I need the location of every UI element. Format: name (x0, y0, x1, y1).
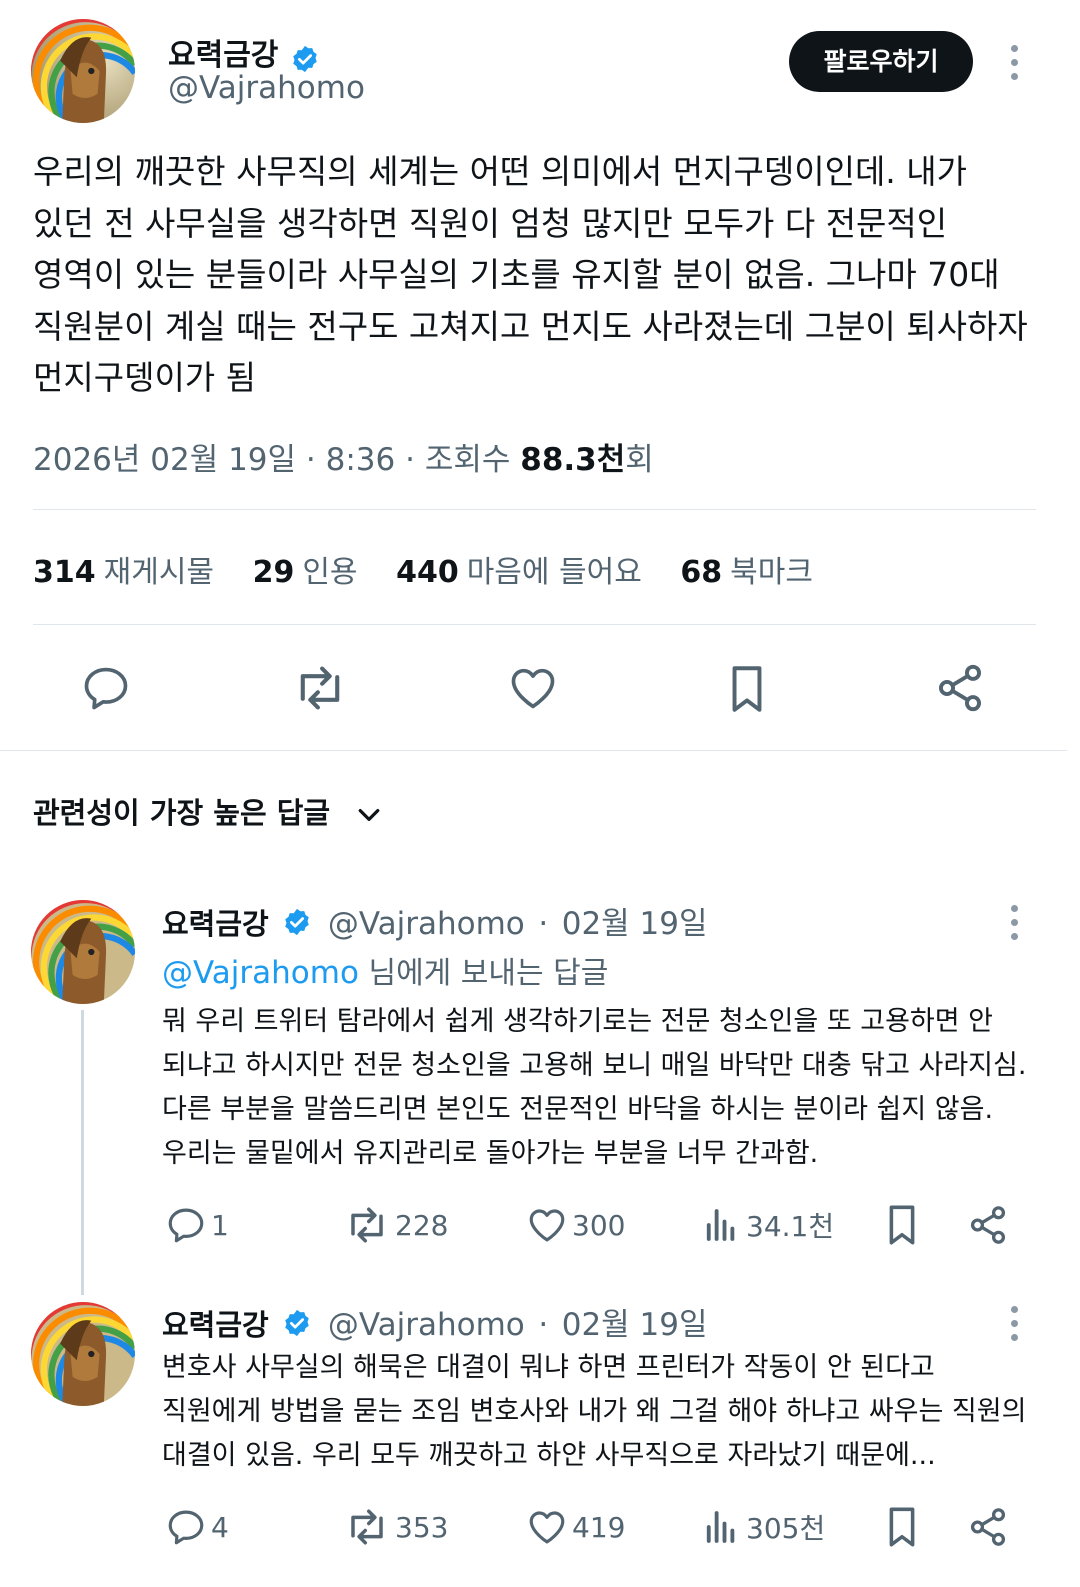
like-button[interactable]: 419 (526, 1506, 625, 1548)
stat-quotes[interactable]: 29 인용 (253, 547, 358, 591)
reply-sort-label: 관련성이 가장 높은 답글 (33, 796, 331, 830)
views-count: 88.3천 (520, 442, 626, 478)
heart-icon[interactable] (507, 662, 559, 714)
reply-text-line: 우리는 물밑에서 유지관리로 돌아가는 부분을 너무 간과함. (162, 1138, 819, 1169)
tweet-text-line: 있던 전 사무실을 생각하면 직원이 엄청 많지만 모두가 다 전문적인 (33, 203, 948, 243)
reply-count: 4 (211, 1510, 229, 1544)
like-count: 419 (572, 1510, 626, 1544)
thread-connector (81, 1010, 84, 1295)
tweet-text-line: 우리의 깨끗한 사무직의 세계는 어떤 의미에서 먼지구뎅이인데. 내가 (33, 152, 967, 191)
reply-text-line: 직원에게 방법을 묻는 조임 변호사와 내가 왜 그걸 해야 하냐고 싸우는 직… (162, 1396, 1027, 1427)
repost-count: 353 (395, 1510, 449, 1544)
bookmark-icon[interactable] (880, 1504, 924, 1550)
reply-text-line: 대결이 있음. 우리 모두 깨끗하고 하얀 사무직으로 자라났기 때문에... (162, 1440, 936, 1471)
heart-icon (529, 1511, 565, 1544)
reply-bubble-icon (168, 1208, 204, 1243)
repost-arrows-icon[interactable] (292, 662, 348, 714)
author-name[interactable]: 요력금강 (168, 38, 278, 73)
share-nodes-icon[interactable] (966, 1506, 1010, 1548)
views-count: 34.1천 (746, 1210, 835, 1243)
reply-header: 요력금강 @Vajrahomo · 02월 19일 (162, 1299, 708, 1346)
divider (33, 509, 1036, 510)
tweet-date[interactable]: 2026년 02월 19일 (33, 442, 296, 478)
reply-text: 변호사 사무실의 해묵은 대결이 뭐냐 하면 프린터가 작동이 안 된다고 직원… (162, 1346, 1042, 1478)
repost-arrows-icon (351, 1509, 383, 1545)
repost-arrows-icon (351, 1207, 383, 1243)
reply-date[interactable]: 02월 19일 (562, 906, 708, 942)
views-count: 305천 (746, 1512, 826, 1545)
reply-header: 요력금강 @Vajrahomo · 02월 19일 (162, 898, 708, 945)
stat-bookmarks[interactable]: 68 북마크 (680, 547, 813, 591)
repost-button[interactable]: 228 (343, 1204, 448, 1246)
author-avatar[interactable] (31, 19, 135, 123)
verified-badge-icon (282, 1308, 312, 1346)
more-vertical-icon[interactable] (1004, 43, 1024, 83)
reply-text-line: 되냐고 하시지만 전문 청소인을 고용해 보니 매일 바닥만 대충 닦고 사라지… (162, 1050, 1027, 1081)
chevron-down-icon (340, 796, 384, 830)
views-button[interactable]: 34.1천 (700, 1204, 834, 1246)
heart-icon (529, 1209, 565, 1242)
tweet-time[interactable]: 8:36 (326, 442, 396, 478)
like-count: 300 (572, 1208, 626, 1242)
verified-badge-icon (282, 907, 312, 945)
stat-reposts[interactable]: 314 재게시물 (33, 547, 214, 591)
share-nodes-icon[interactable] (934, 662, 986, 714)
tweet-text: 우리의 깨끗한 사무직의 세계는 어떤 의미에서 먼지구뎅이인데. 내가 있던 … (33, 146, 1043, 404)
reply-sort-dropdown[interactable]: 관련성이 가장 높은 답글 (33, 790, 384, 832)
like-button[interactable]: 300 (526, 1204, 625, 1246)
divider (33, 624, 1036, 625)
tweet-text-line: 직원분이 계실 때는 전구도 고쳐지고 먼지도 사라졌는데 그분이 퇴사하자 (33, 306, 1028, 346)
views-label: 조회수 (424, 442, 511, 478)
reply-text: 뭐 우리 트위터 탐라에서 쉽게 생각하기로는 전문 청소인을 또 고용하면 안… (162, 1000, 1042, 1176)
reply-button[interactable]: 1 (165, 1204, 229, 1246)
reply-button[interactable]: 4 (165, 1506, 229, 1548)
reply-avatar[interactable] (31, 1302, 135, 1406)
divider (0, 750, 1067, 751)
reply-text-line: 뭐 우리 트위터 탐라에서 쉽게 생각하기로는 전문 청소인을 또 고용하면 안 (162, 1006, 994, 1037)
bar-chart-icon (706, 1511, 735, 1543)
reply-text-line: 다른 부분을 말씀드리면 본인도 전문적인 바닥을 하시는 분이라 쉽지 않음. (162, 1094, 994, 1125)
share-nodes-icon[interactable] (966, 1204, 1010, 1246)
reply-avatar[interactable] (31, 900, 135, 1004)
reply-count: 1 (211, 1208, 229, 1242)
reply-text-line: 변호사 사무실의 해묵은 대결이 뭐냐 하면 프린터가 작동이 안 된다고 (162, 1352, 935, 1383)
reply-author-name[interactable]: 요력금강 (162, 907, 269, 941)
bar-chart-icon (706, 1209, 735, 1241)
bookmark-icon[interactable] (880, 1202, 924, 1248)
reply-author-name[interactable]: 요력금강 (162, 1308, 269, 1342)
reply-to-mention[interactable]: @Vajrahomo (162, 955, 359, 991)
more-vertical-icon[interactable] (1004, 1304, 1024, 1344)
views-button[interactable]: 305천 (700, 1506, 825, 1548)
tweet-text-line: 먼지구뎅이가 됨 (33, 358, 257, 397)
reply-author-handle[interactable]: @Vajrahomo (328, 1307, 525, 1343)
reply-bubble-icon (168, 1510, 204, 1545)
stat-likes[interactable]: 440 마음에 들어요 (396, 547, 642, 591)
repost-count: 228 (395, 1208, 449, 1242)
author-handle[interactable]: @Vajrahomo (168, 70, 365, 106)
follow-button[interactable]: 팔로우하기 (789, 31, 973, 92)
more-vertical-icon[interactable] (1004, 903, 1024, 943)
replying-to: @Vajrahomo 님에게 보내는 답글 (162, 948, 608, 992)
views-suffix: 회 (625, 442, 654, 478)
repost-button[interactable]: 353 (343, 1506, 448, 1548)
tweet-meta: 2026년 02월 19일 · 8:36 · 조회수 88.3천회 (33, 442, 654, 478)
reply-author-handle[interactable]: @Vajrahomo (328, 906, 525, 942)
bookmark-icon[interactable] (722, 662, 772, 716)
reply-date[interactable]: 02월 19일 (562, 1307, 708, 1343)
reply-to-suffix: 님에게 보내는 답글 (358, 956, 609, 991)
engagement-stats: 314 재게시물 29 인용 440 마음에 들어요 68 북마크 (33, 547, 842, 591)
reply-bubble-icon[interactable] (80, 662, 132, 714)
tweet-text-line: 영역이 있는 분들이라 사무실의 기초를 유지할 분이 없음. 그나마 70대 (33, 255, 1000, 294)
